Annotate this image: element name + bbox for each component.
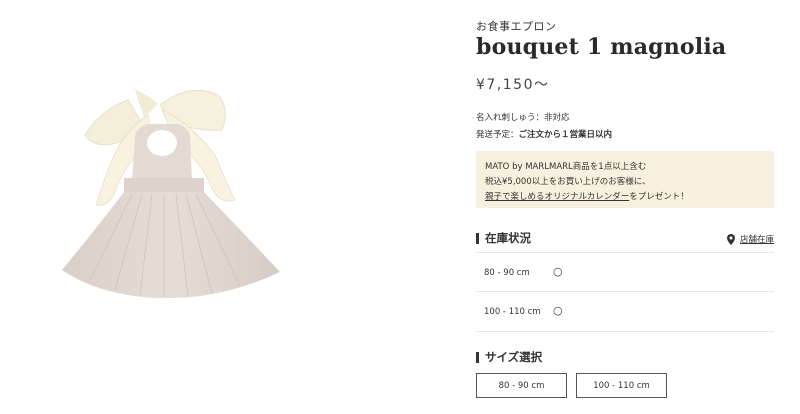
section-bar xyxy=(476,232,479,244)
stock-title-text: 在庫状況 xyxy=(485,231,531,245)
promo-line-3-suffix: をプレゼント！ xyxy=(629,192,689,202)
stock-row: 100 - 110 cm ○ xyxy=(476,292,774,332)
size-option-100-110[interactable]: 100 - 110 cm xyxy=(576,373,667,398)
size-title-text: サイズ選択 xyxy=(485,350,543,364)
size-option-80-90[interactable]: 80 - 90 cm xyxy=(476,373,567,398)
shipping-info: 発送予定：ご注文から１営業日以内 xyxy=(476,128,612,140)
name-print-label: 名入れ刺しゅう： xyxy=(476,113,545,123)
name-print-value: 非対応 xyxy=(544,113,570,123)
product-price: ¥7,150〜 xyxy=(476,77,550,93)
shipping-label: 発送予定： xyxy=(476,130,519,140)
stock-row: 80 - 90 cm ○ xyxy=(476,252,774,292)
promo-banner: MATO by MARLMARL商品を1点以上含む 税込¥5,000以上をお買い… xyxy=(476,151,774,208)
stock-status: ○ xyxy=(553,265,563,278)
product-category: お食事エプロン xyxy=(476,20,557,33)
stock-size: 100 - 110 cm xyxy=(484,307,541,317)
calendar-link[interactable]: 親子で楽しめるオリジナルカレンダー xyxy=(485,192,629,202)
name-print-info: 名入れ刺しゅう：非対応 xyxy=(476,111,570,123)
stock-status: ○ xyxy=(553,304,563,317)
stock-section-title: 在庫状況 xyxy=(476,230,531,246)
stock-size: 80 - 90 cm xyxy=(484,268,530,278)
size-section-title: サイズ選択 xyxy=(476,349,542,365)
map-pin-icon xyxy=(726,233,735,245)
promo-line-3: 親子で楽しめるオリジナルカレンダーをプレゼント！ xyxy=(485,190,765,205)
product-image xyxy=(40,60,310,350)
product-title: bouquet 1 magnolia xyxy=(476,34,727,60)
shipping-value: ご注文から１営業日以内 xyxy=(518,130,613,140)
promo-line-2: 税込¥5,000以上をお買い上げのお客様に、 xyxy=(485,177,651,187)
store-stock-link[interactable]: 店舗在庫 xyxy=(726,233,774,245)
promo-line-1: MATO by MARLMARL商品を1点以上含む xyxy=(485,162,647,172)
store-stock-label: 店舗在庫 xyxy=(739,235,774,245)
section-bar xyxy=(476,351,479,363)
